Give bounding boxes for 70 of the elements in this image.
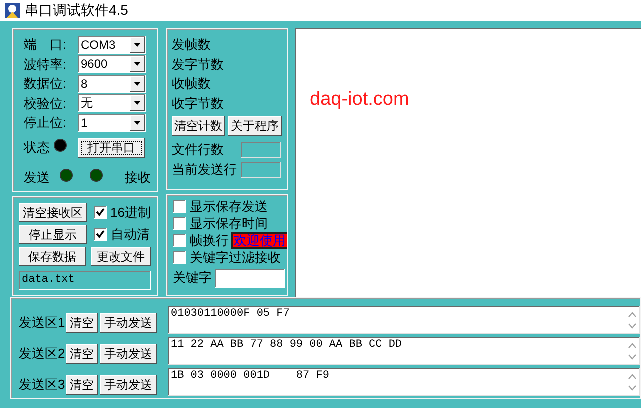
dropdown[interactable]: 无 <box>78 94 146 112</box>
checkbox-label: 帧换行 <box>190 232 229 250</box>
caret-icon <box>134 42 141 47</box>
send-label: 发送 <box>24 168 50 186</box>
field-label: 数据位: <box>24 75 68 93</box>
field-label: 停止位: <box>24 114 68 132</box>
change-file-button[interactable]: 更改文件 <box>91 247 151 266</box>
clear-button[interactable]: 清空 <box>66 344 98 364</box>
counter-label: 收字节数 <box>172 94 225 112</box>
caret-icon <box>134 120 141 125</box>
scroll-down-icon[interactable] <box>628 354 636 360</box>
current-line-field <box>241 162 281 178</box>
scroll-up-icon[interactable] <box>628 312 636 318</box>
about-button[interactable]: 关于程序 <box>228 116 282 136</box>
caret-icon <box>134 82 141 86</box>
scroll-up-icon[interactable] <box>628 374 636 380</box>
clear-receive-button[interactable]: 清空接收区 <box>19 203 87 222</box>
dropdown[interactable]: COM3 <box>78 36 146 54</box>
counter-label: 发字节数 <box>172 56 225 74</box>
checkbox[interactable] <box>173 217 186 230</box>
counter-label: 收帧数 <box>172 75 212 93</box>
checkbox-label: 关键字过滤接收 <box>190 248 281 267</box>
field-label: 波特率: <box>24 56 68 74</box>
checkbox[interactable] <box>173 234 186 247</box>
scroll-up-icon[interactable] <box>628 342 636 348</box>
current-line-label: 当前发送行 <box>172 161 237 180</box>
clear-button[interactable]: 清空 <box>66 374 98 394</box>
checkbox[interactable] <box>173 200 186 213</box>
checkbox-label: 自动清 <box>111 226 150 244</box>
checkbox[interactable] <box>173 251 186 264</box>
manual-send-button[interactable]: 手动发送 <box>100 344 157 364</box>
receive-text: daq-iot.com <box>310 89 410 110</box>
caret-icon <box>134 62 141 66</box>
checkbox-label: 显示保存时间 <box>190 214 268 233</box>
field-label: 校验位: <box>24 94 68 112</box>
checkbox-label: 显示保存发送 <box>190 198 268 216</box>
send-area-label: 发送区3 <box>19 376 66 394</box>
scroll-down-icon[interactable] <box>628 322 636 328</box>
open-port-button[interactable]: 打开串口 <box>78 138 145 158</box>
checkbox-label: 16进制 <box>110 204 151 222</box>
file-lines-field <box>241 142 281 158</box>
clear-button[interactable]: 清空 <box>66 312 98 332</box>
receive-label: 接收 <box>125 168 151 186</box>
send-area-label: 发送区1 <box>19 314 66 332</box>
window-title: 串口调试软件4.5 <box>25 1 128 20</box>
welcome-badge: 欢迎使用 <box>231 232 287 249</box>
file-name-field[interactable]: data.txt <box>19 271 151 290</box>
dropdown[interactable]: 9600 <box>78 55 146 74</box>
send-text-field[interactable]: 1B 03 0000 001D 87 F9 <box>168 368 640 396</box>
stop-display-button[interactable]: 停止显示 <box>19 225 87 244</box>
clear-count-button[interactable]: 清空计数 <box>172 116 225 136</box>
send-text-field[interactable]: 11 22 AA BB 77 88 99 00 AA BB CC DD <box>168 337 640 365</box>
dropdown[interactable]: 8 <box>78 74 146 93</box>
file-lines-label: 文件行数 <box>172 141 224 160</box>
caret-icon <box>134 101 141 106</box>
field-label: 端 口: <box>24 36 68 54</box>
save-data-button[interactable]: 保存数据 <box>19 247 86 266</box>
manual-send-button[interactable]: 手动发送 <box>100 312 157 332</box>
keyword-field[interactable] <box>215 268 285 288</box>
checkbox[interactable] <box>94 228 107 241</box>
send-text-field[interactable]: 01030110000F 05 F7 <box>168 306 640 334</box>
checkbox[interactable] <box>94 206 107 219</box>
dropdown[interactable]: 1 <box>78 114 146 132</box>
counter-label: 发帧数 <box>172 36 212 54</box>
send-area-label: 发送区2 <box>19 344 66 363</box>
receive-area[interactable]: daq-iot.com <box>295 28 641 298</box>
keyword-label: 关键字 <box>173 269 212 288</box>
scroll-down-icon[interactable] <box>628 384 636 390</box>
status-label: 状态 <box>24 139 50 158</box>
manual-send-button[interactable]: 手动发送 <box>100 374 157 394</box>
